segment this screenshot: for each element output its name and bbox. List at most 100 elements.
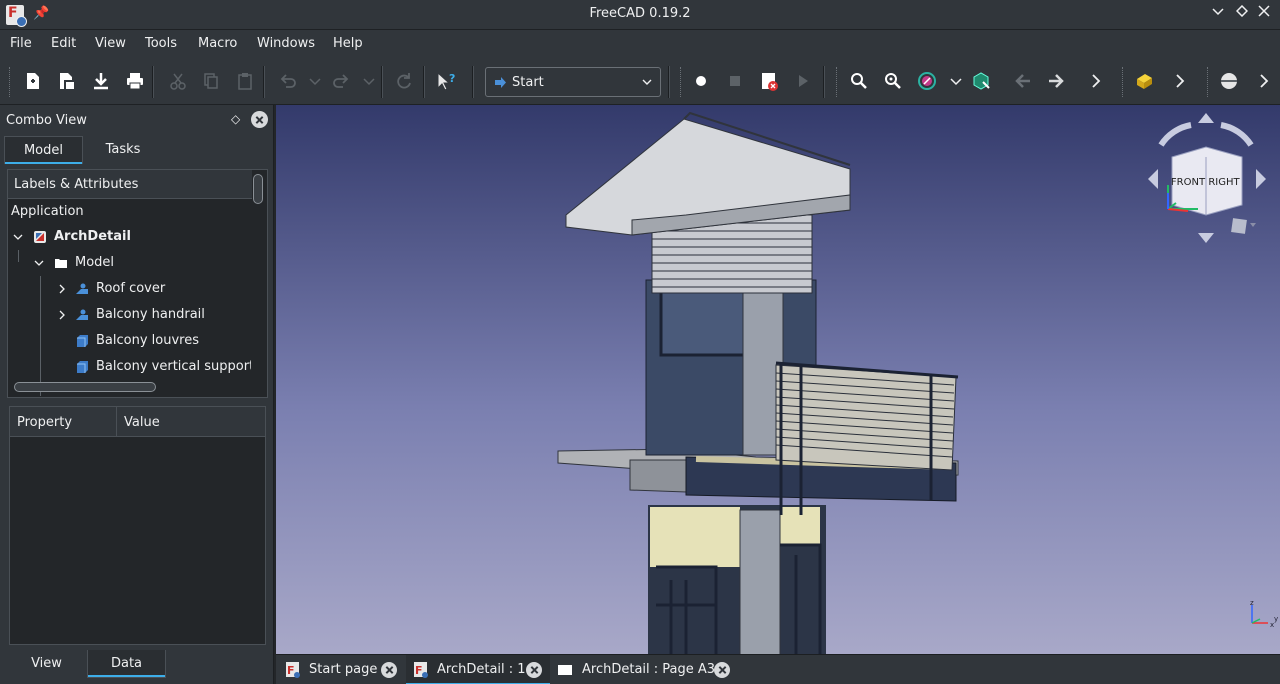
tree-item-roof-cover[interactable]: Roof cover (11, 278, 251, 302)
title-bar: 📌 FreeCAD 0.19.2 (0, 0, 1280, 30)
chevron-down-icon[interactable] (34, 258, 44, 268)
undo-dropdown-icon[interactable] (304, 70, 321, 92)
menu-file[interactable]: File (10, 36, 32, 51)
whats-this-icon[interactable]: ? (435, 70, 457, 92)
paste-icon[interactable] (234, 70, 256, 92)
arch-model-render (557, 111, 959, 654)
tree-header-label: Labels & Attributes (14, 177, 139, 192)
tab-view[interactable]: View (6, 650, 87, 678)
menu-windows[interactable]: Windows (257, 36, 315, 51)
close-tab-button[interactable] (714, 662, 730, 678)
part-box-icon[interactable] (1133, 70, 1155, 92)
redo-icon[interactable] (330, 70, 352, 92)
folder-icon (55, 259, 67, 268)
vertical-scrollbar[interactable] (253, 174, 263, 204)
forward-icon[interactable] (1045, 70, 1067, 92)
toolbar-grip[interactable] (9, 67, 12, 97)
std-views-icon[interactable] (970, 70, 992, 92)
tree-item-document[interactable]: ArchDetail (11, 226, 251, 250)
chevron-down-icon[interactable] (13, 232, 23, 242)
arch-structure-icon (76, 309, 88, 320)
panel-title: Combo View (6, 113, 87, 128)
draw-style-icon[interactable] (916, 70, 938, 92)
menu-macro[interactable]: Macro (198, 36, 237, 51)
save-icon[interactable] (90, 70, 112, 92)
toolbar-grip[interactable] (680, 67, 683, 97)
redo-dropdown-icon[interactable] (358, 70, 375, 92)
tree-item-model[interactable]: Model (11, 252, 251, 276)
menu-edit[interactable]: Edit (51, 36, 76, 51)
nav-right-icon[interactable] (1256, 169, 1266, 189)
tab-tasks[interactable]: Tasks (83, 136, 163, 164)
tab-archdetail[interactable]: F ArchDetail : 1 (406, 655, 550, 684)
workbench-selector[interactable]: Start (485, 67, 661, 97)
close-window-button[interactable] (1254, 4, 1274, 24)
toolbar-separator (668, 66, 670, 98)
freecad-doc-icon: F (414, 662, 428, 678)
chevron-down-icon[interactable] (1250, 223, 1256, 227)
fit-selection-icon[interactable] (882, 70, 904, 92)
execute-macro-icon[interactable] (792, 70, 814, 92)
tree-item-balcony-handrail[interactable]: Balcony handrail (11, 304, 251, 328)
more-icon[interactable] (1253, 70, 1275, 92)
chevron-down-icon (1212, 8, 1224, 16)
tab-data[interactable]: Data (87, 650, 166, 678)
menu-help[interactable]: Help (333, 36, 363, 51)
tab-model[interactable]: Model (4, 136, 83, 164)
back-icon[interactable] (1012, 70, 1034, 92)
draw-style-dropdown-icon[interactable] (945, 70, 962, 92)
macros-icon[interactable] (758, 70, 780, 92)
toolbar-grip[interactable] (1122, 67, 1125, 97)
maximize-button[interactable] (1232, 4, 1252, 24)
tree-item-balcony-louvres[interactable]: Balcony louvres (11, 330, 251, 354)
nav-left-icon[interactable] (1148, 169, 1158, 189)
print-icon[interactable] (124, 70, 146, 92)
chevron-down-icon (642, 79, 652, 85)
record-macro-icon[interactable] (690, 70, 712, 92)
model-tree: Labels & Attributes Application ArchDeta… (7, 169, 268, 398)
close-tab-button[interactable] (526, 662, 542, 678)
3d-viewport[interactable]: FRONT RIGHT z x y (276, 105, 1280, 654)
new-icon[interactable] (22, 70, 44, 92)
minimize-button[interactable] (1208, 4, 1228, 24)
open-icon[interactable] (56, 70, 78, 92)
chevron-right-icon[interactable] (57, 284, 67, 294)
toolbar-separator (381, 66, 383, 98)
cube-menu-icon[interactable] (1231, 218, 1247, 234)
property-editor: Property Value (9, 406, 266, 645)
toolbar-grip[interactable] (836, 67, 839, 97)
close-panel-button[interactable] (251, 111, 268, 128)
tree-item-balcony-vertical-support[interactable]: Balcony vertical support (11, 356, 251, 380)
copy-icon[interactable] (200, 70, 222, 92)
undo-icon[interactable] (277, 70, 299, 92)
tab-start-page[interactable]: F Start page (276, 655, 404, 684)
navigation-cube[interactable]: FRONT RIGHT (1136, 107, 1276, 247)
fit-all-icon[interactable] (848, 70, 870, 92)
nav-down-icon[interactable] (1198, 233, 1214, 243)
property-column-header[interactable]: Property (10, 407, 117, 437)
menu-bar: File Edit View Tools Macro Windows Help (0, 30, 1280, 58)
menu-tools[interactable]: Tools (145, 36, 177, 51)
more-icon[interactable] (1085, 70, 1107, 92)
start-arrow-icon (495, 77, 506, 88)
chevron-right-icon[interactable] (57, 310, 67, 320)
tree-root-label: Application (11, 204, 84, 219)
tab-archdetail-page[interactable]: ArchDetail : Page A3 (552, 655, 742, 684)
toolbar-grip[interactable] (1207, 67, 1210, 97)
nav-up-icon[interactable] (1198, 113, 1214, 123)
svg-text:z: z (1250, 599, 1254, 607)
menu-view[interactable]: View (95, 36, 126, 51)
upper-window (659, 288, 748, 357)
horizontal-scrollbar[interactable] (14, 382, 156, 392)
tree-item-label: Balcony vertical support (96, 359, 251, 374)
refresh-icon[interactable] (393, 70, 415, 92)
rotate-right-icon[interactable] (1220, 122, 1254, 147)
float-panel-icon[interactable]: ◇ (231, 112, 240, 126)
rotate-left-icon[interactable] (1158, 122, 1192, 147)
value-column-header[interactable]: Value (117, 407, 265, 437)
cut-icon[interactable] (167, 70, 189, 92)
close-tab-button[interactable] (381, 662, 397, 678)
more-icon[interactable] (1169, 70, 1191, 92)
sphere-icon[interactable] (1218, 70, 1240, 92)
stop-macro-icon[interactable] (724, 70, 746, 92)
